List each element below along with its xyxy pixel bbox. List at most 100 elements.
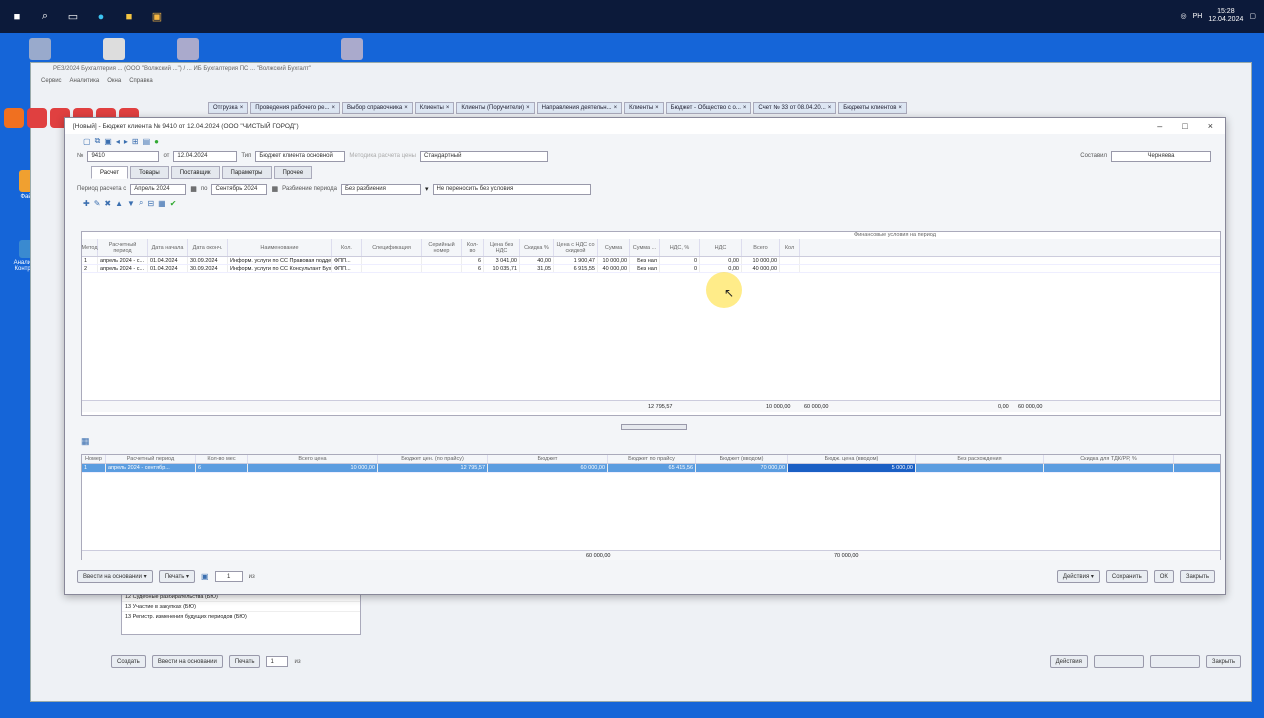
tab-window[interactable]: Клиенты (Поручители) × [456,102,535,114]
print-button[interactable]: Печать [228,655,261,668]
close-icon[interactable]: × [1208,121,1213,131]
table-cell[interactable]: 10 035,71 [484,265,520,272]
table-cell[interactable] [362,265,422,272]
table-cell[interactable]: апрель 2024 - сентябр... [106,464,196,472]
column-header[interactable]: Бюджет [488,455,608,463]
help-icon[interactable]: ● [154,137,159,146]
table-cell[interactable]: Без нал [630,265,660,272]
column-header[interactable]: Цена без НДС [484,239,520,256]
column-header[interactable]: Кол-во [462,239,484,256]
menu-item-windows[interactable]: Окна [107,78,121,84]
column-header[interactable]: Номер [82,455,106,463]
copy-icon[interactable]: ⧉ [95,136,101,146]
number-field[interactable]: 9410 [87,150,160,162]
column-header[interactable]: Дата начала [148,239,188,256]
table-cell[interactable]: 01.04.2024 [148,257,188,264]
column-header[interactable]: Бюдж. цена (вводом) [788,455,916,463]
bg-list-row[interactable]: 13 Регистр. изменения будущих периодов (… [122,612,360,622]
close-button[interactable]: Закрыть [1179,570,1215,583]
column-header[interactable]: Кол-во мес [196,455,248,463]
date-field[interactable]: 12.04.2024 [173,150,238,162]
table-cell[interactable] [916,464,1044,472]
table-cell[interactable]: 10 000,00 [598,257,630,264]
maximize-icon[interactable]: □ [1182,121,1187,131]
edge-browser-icon[interactable]: ● [94,10,108,24]
table-cell[interactable]: ФПП... [332,265,362,272]
column-header[interactable]: Расчетный период [106,455,196,463]
table-cell[interactable]: 40 000,00 [742,265,780,272]
tab-window[interactable]: Клиенты × [414,102,455,114]
save-button[interactable]: Сохранить [1105,570,1148,583]
column-header[interactable]: Бюджет (вводом) [696,455,788,463]
table-cell[interactable] [1044,464,1174,472]
table-cell[interactable]: 10 000,00 [742,257,780,264]
clock[interactable]: 15:28 12.04.2024 [1208,8,1243,24]
table-cell[interactable]: 70 000,00 [696,464,788,472]
tab-supplier[interactable]: Поставщик [170,166,220,179]
structure-icon[interactable]: ⊞ [132,137,139,146]
tab-window[interactable]: Выбор справочника × [342,102,413,114]
table-icon[interactable]: ▦ [158,199,166,208]
tab-window[interactable]: Клиенты × [624,102,664,114]
ok-button[interactable]: ОК [1153,570,1174,583]
table-cell[interactable] [780,265,800,272]
column-header[interactable]: Скидка % [520,239,554,256]
type-field[interactable]: Бюджет клиента основной [255,150,346,162]
report-icon[interactable]: ▤ [143,137,151,146]
table-cell[interactable]: 6 [462,257,484,264]
column-header[interactable]: Серийный номер [422,239,462,256]
table-cell[interactable]: 1 900,47 [554,257,598,264]
column-header[interactable]: Без расхождения [916,455,1044,463]
table-cell[interactable]: 65 415,56 [608,464,696,472]
home-section-icon[interactable] [4,108,24,128]
copies-input[interactable]: 1 [214,571,243,582]
table-cell[interactable]: 6 915,55 [554,265,598,272]
move-down-icon[interactable]: ▼ [127,199,135,208]
actions-button[interactable]: Действия [1049,655,1088,668]
search-icon[interactable]: ⌕ [38,10,52,24]
column-header[interactable]: Дата оконч. [188,239,228,256]
column-header[interactable]: Всего цена [248,455,378,463]
filter-icon[interactable]: ⊟ [147,199,154,208]
network-icon[interactable]: ◎ [1180,12,1186,20]
table-cell[interactable]: 40,00 [520,257,554,264]
table-cell[interactable]: 6 [196,464,248,472]
chevron-down-icon[interactable]: ▾ [425,185,429,193]
table-cell[interactable] [422,257,462,264]
notifications-icon[interactable]: ▢ [1249,12,1256,20]
column-header[interactable]: Расчетный период [98,239,148,256]
table-cell[interactable]: 60 000,00 [488,464,608,472]
table-cell[interactable]: 30.09.2024 [188,265,228,272]
column-header[interactable]: Бюджет по прайсу [608,455,696,463]
table-cell[interactable]: 12 795,57 [378,464,488,472]
bg-list-row[interactable]: 13 Участие в закупках (БЮ) [122,602,360,612]
table-cell[interactable]: апрель 2024 - с... [98,257,148,264]
menu-item-service[interactable]: Сервис [41,78,62,84]
table-cell[interactable]: Информ. услуги по СС Правовая поддержка.… [228,257,332,264]
menu-item-analytics[interactable]: Аналитика [70,78,100,84]
table-cell[interactable]: 2 [82,265,98,272]
column-header[interactable]: Скидка для ТДК/РР, % [1044,455,1174,463]
column-header[interactable]: Метод [81,239,98,256]
table-cell[interactable]: 0,00 [700,257,742,264]
tab-window[interactable]: Проведения рабочего ре... × [250,102,340,114]
check-icon[interactable]: ✔ [170,199,177,208]
column-header[interactable]: Сумма [598,239,630,256]
table-cell[interactable]: 31,05 [520,265,554,272]
save-icon[interactable]: ▣ [104,137,112,146]
windows-start-icon[interactable]: ■ [10,10,24,24]
forward-icon[interactable]: ▸ [124,137,128,146]
table-cell[interactable]: 0 [660,265,700,272]
table-row[interactable]: 1 апрель 2024 - сентябр... 6 10 000,00 12 79… [82,464,1220,473]
menu-item-help[interactable]: Справка [129,78,153,84]
table-row[interactable]: 1 апрель 2024 - с... 01.04.2024 30.09.2024 И… [82,257,1220,265]
add-row-icon[interactable]: ✚ [83,199,90,208]
column-header[interactable]: Сумма ... [630,239,660,256]
column-header[interactable]: Наименование [228,239,332,256]
new-icon[interactable]: ▢ [83,137,91,146]
tab-parameters[interactable]: Параметры [221,166,272,179]
minimize-icon[interactable]: – [1157,121,1162,131]
table-cell[interactable]: апрель 2024 - с... [98,265,148,272]
table-cell[interactable]: 1 [82,464,106,472]
column-header[interactable]: НДС, % [660,239,700,256]
